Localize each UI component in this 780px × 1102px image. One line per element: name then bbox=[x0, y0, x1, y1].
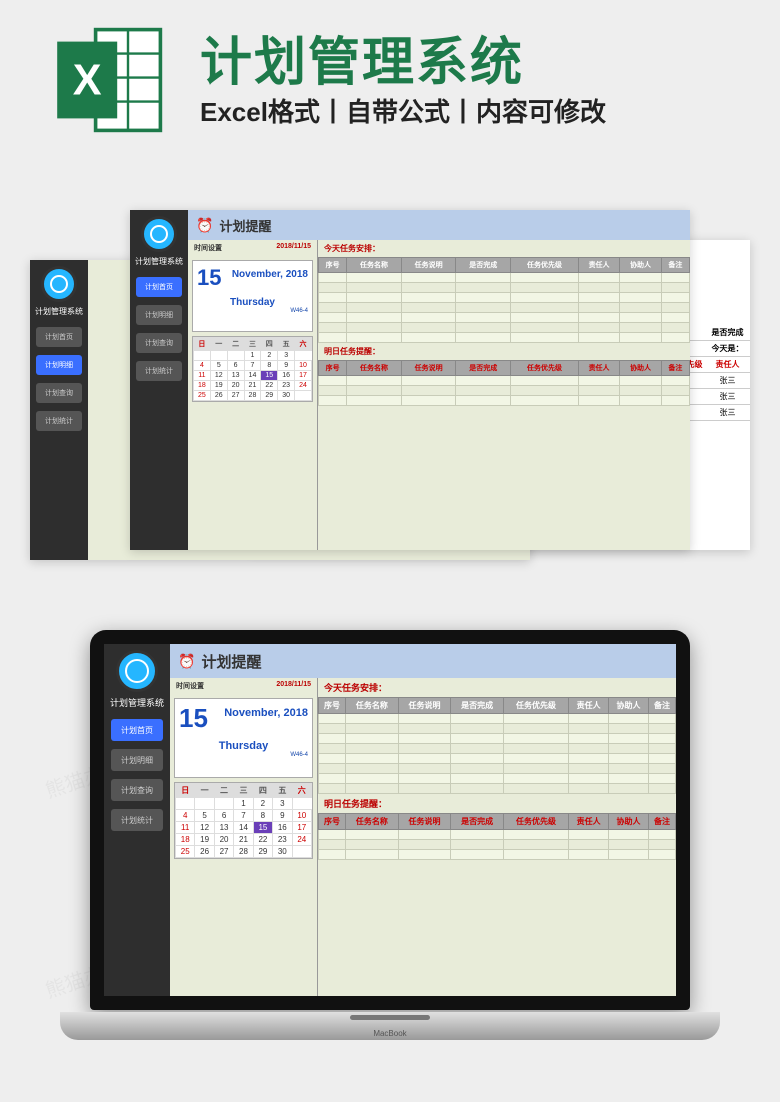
main-panel: ⏰ 计划提醒 时间设置 2018/11/15 15 November, 2018… bbox=[188, 210, 690, 550]
excel-icon: X bbox=[50, 20, 170, 140]
clock-icon bbox=[41, 266, 77, 302]
promo-subtitle: Excel格式丨自带公式丨内容可修改 bbox=[200, 92, 606, 129]
sidebar-btn-detail[interactable]: 计划明细 bbox=[136, 305, 182, 325]
calendar-big-date: 15 November, 2018 Thursday W46-4 bbox=[192, 260, 313, 332]
sidebar-title: 计划管理系统 bbox=[110, 696, 164, 709]
clock-icon bbox=[116, 650, 158, 692]
time-setting-date: 2018/11/15 bbox=[276, 243, 311, 253]
sidebar: 计划管理系统 计划首页 计划明细 计划查询 计划统计 bbox=[104, 644, 170, 996]
alarm-icon: ⏰ bbox=[178, 653, 195, 670]
svg-text:X: X bbox=[73, 56, 102, 104]
time-setting-date: 2018/11/15 bbox=[276, 681, 311, 691]
sidebar-btn-home[interactable]: 计划首页 bbox=[111, 719, 163, 741]
screenshot-stack: 中是否完成 今天是： 任务优先级责任人 中张三 中张三 中张三 计划管理系统 计… bbox=[30, 200, 750, 580]
panel-title: 计划提醒 bbox=[201, 651, 261, 672]
tomorrow-section-title: 明日任务提醒： bbox=[318, 343, 690, 360]
sidebar-btn-query[interactable]: 计划查询 bbox=[111, 779, 163, 801]
screenshot-front: 计划管理系统 计划首页 计划明细 计划查询 计划统计 ⏰ 计划提醒 时间设置 2… bbox=[130, 210, 690, 550]
panel-title-bar: ⏰ 计划提醒 bbox=[170, 644, 676, 678]
calendar-grid[interactable]: 日一二三四五六123456789101112131415161718192021… bbox=[174, 782, 313, 859]
tomorrow-task-table[interactable]: 序号任务名称任务说明是否完成任务优先级责任人协助人备注 bbox=[318, 813, 676, 860]
tomorrow-task-table[interactable]: 序号任务名称任务说明是否完成任务优先级责任人协助人备注 bbox=[318, 360, 690, 406]
laptop-brand: MacBook bbox=[60, 1029, 720, 1038]
sidebar-btn-home[interactable]: 计划首页 bbox=[36, 327, 82, 347]
today-section-title: 今天任务安排： bbox=[318, 240, 690, 257]
sidebar-btn-detail[interactable]: 计划明细 bbox=[36, 355, 82, 375]
calendar-column: 时间设置 2018/11/15 15 November, 2018 Thursd… bbox=[188, 240, 318, 550]
alarm-icon: ⏰ bbox=[196, 217, 213, 234]
sidebar-btn-detail[interactable]: 计划明细 bbox=[111, 749, 163, 771]
today-section-title: 今天任务安排： bbox=[318, 678, 676, 697]
sidebar-title: 计划管理系统 bbox=[135, 256, 183, 267]
panel-title: 计划提醒 bbox=[219, 216, 271, 235]
promo-header: X 计划管理系统 Excel格式丨自带公式丨内容可修改 bbox=[0, 20, 780, 150]
main-panel: ⏰ 计划提醒 时间设置 2018/11/15 15 November, 2018… bbox=[170, 644, 676, 996]
promo-title: 计划管理系统 bbox=[200, 20, 524, 95]
clock-icon bbox=[141, 216, 177, 252]
laptop-mockup: 计划管理系统 计划首页 计划明细 计划查询 计划统计 ⏰ 计划提醒 时间设置 2… bbox=[60, 630, 720, 1050]
tomorrow-section-title: 明日任务提醒： bbox=[318, 794, 676, 813]
sidebar-btn-stats[interactable]: 计划统计 bbox=[136, 361, 182, 381]
sidebar-btn-home[interactable]: 计划首页 bbox=[136, 277, 182, 297]
sidebar-title: 计划管理系统 bbox=[35, 306, 83, 317]
time-setting-label: 时间设置 bbox=[176, 681, 204, 691]
calendar-grid[interactable]: 日一二三四五六123456789101112131415161718192021… bbox=[192, 336, 313, 402]
laptop-base: MacBook bbox=[60, 1012, 720, 1040]
today-task-table[interactable]: 序号任务名称任务说明是否完成任务优先级责任人协助人备注 bbox=[318, 697, 676, 794]
sidebar: 计划管理系统 计划首页 计划明细 计划查询 计划统计 bbox=[130, 210, 188, 550]
task-column: 今天任务安排： 序号任务名称任务说明是否完成任务优先级责任人协助人备注 明日任务… bbox=[318, 678, 676, 996]
sidebar-btn-query[interactable]: 计划查询 bbox=[136, 333, 182, 353]
task-column: 今天任务安排： 序号任务名称任务说明是否完成任务优先级责任人协助人备注 明日任务… bbox=[318, 240, 690, 550]
sidebar-btn-stats[interactable]: 计划统计 bbox=[36, 411, 82, 431]
panel-title-bar: ⏰ 计划提醒 bbox=[188, 210, 690, 240]
calendar-big-date: 15 November, 2018 Thursday W46-4 bbox=[174, 698, 313, 778]
time-setting-label: 时间设置 bbox=[194, 243, 222, 253]
sidebar-btn-query[interactable]: 计划查询 bbox=[36, 383, 82, 403]
sidebar: 计划管理系统 计划首页 计划明细 计划查询 计划统计 bbox=[30, 260, 88, 560]
today-task-table[interactable]: 序号任务名称任务说明是否完成任务优先级责任人协助人备注 bbox=[318, 257, 690, 343]
calendar-column: 时间设置 2018/11/15 15 November, 2018 Thursd… bbox=[170, 678, 318, 996]
sidebar-btn-stats[interactable]: 计划统计 bbox=[111, 809, 163, 831]
